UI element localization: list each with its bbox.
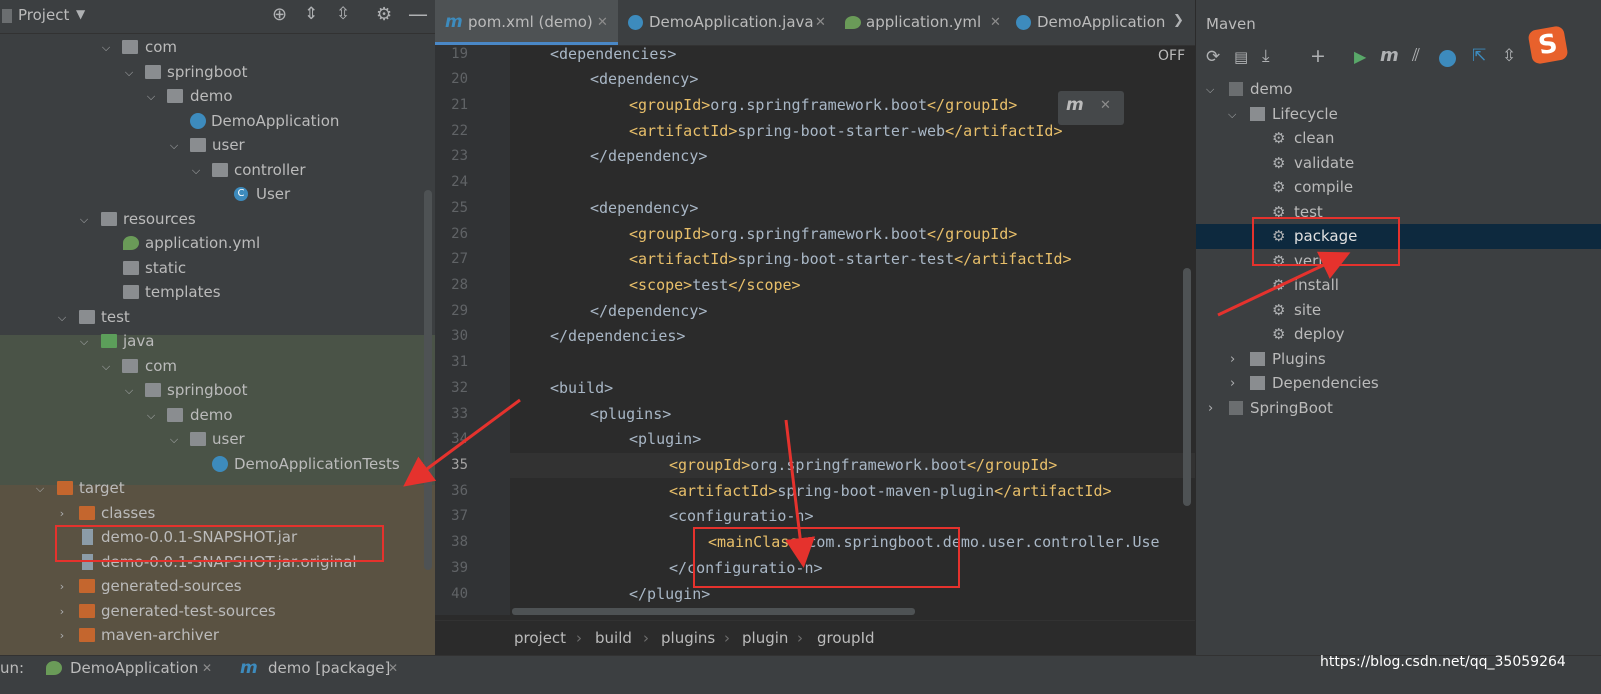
annotation-arrow-package xyxy=(1217,251,1351,317)
annotation-arrow-mainclass xyxy=(784,419,816,568)
annotation-arrow-jar xyxy=(403,398,521,487)
annotation-arrows xyxy=(403,251,1351,568)
